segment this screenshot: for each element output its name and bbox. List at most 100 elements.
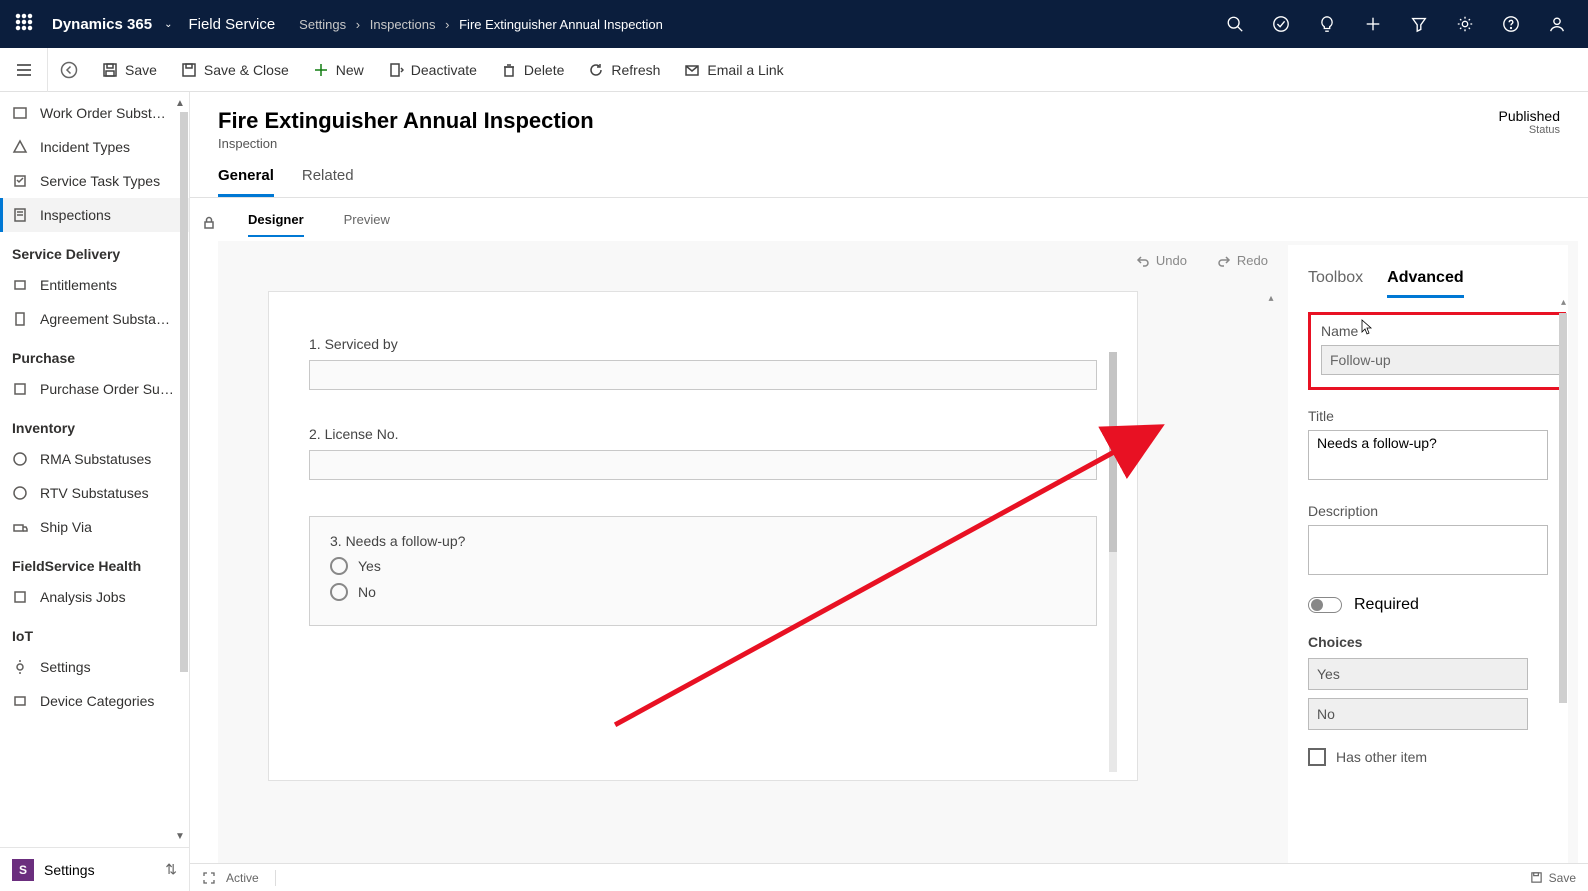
redo-button[interactable]: Redo xyxy=(1217,253,1268,268)
save-close-button[interactable]: Save & Close xyxy=(181,62,289,78)
nav-group-inventory: Inventory xyxy=(0,406,189,442)
nav-item-posub[interactable]: Purchase Order Su… xyxy=(0,372,189,406)
command-row: Save Save & Close New Deactivate Delete … xyxy=(0,48,1588,92)
task-icon[interactable] xyxy=(1258,0,1304,48)
nav-scrollbar[interactable] xyxy=(180,112,188,672)
hasother-label: Has other item xyxy=(1336,749,1427,765)
brand-label[interactable]: Dynamics 365 xyxy=(40,16,164,33)
nav-item-entitlements[interactable]: Entitlements xyxy=(0,268,189,302)
email-link-button[interactable]: Email a Link xyxy=(684,62,783,78)
nav-item-inspections[interactable]: Inspections xyxy=(0,198,189,232)
hamburger-icon[interactable] xyxy=(0,48,48,92)
required-label: Required xyxy=(1354,596,1419,614)
tab-advanced[interactable]: Advanced xyxy=(1387,269,1463,298)
nav-label: Settings xyxy=(40,659,91,675)
global-topbar: Dynamics 365 ⌄ Field Service Settings › … xyxy=(0,0,1588,48)
page-title: Fire Extinguisher Annual Inspection xyxy=(218,108,594,134)
form-canvas[interactable]: 1. Serviced by 2. License No. 3. Needs a… xyxy=(268,291,1138,781)
required-toggle[interactable] xyxy=(1308,597,1342,613)
tab-toolbox[interactable]: Toolbox xyxy=(1308,269,1363,298)
nav-label: Entitlements xyxy=(40,277,117,293)
nav-scroll-up[interactable]: ▲ xyxy=(173,96,187,110)
footer-save-button[interactable]: Save xyxy=(1530,871,1576,885)
tab-related[interactable]: Related xyxy=(302,167,354,197)
crumb-2[interactable]: Inspections xyxy=(370,17,436,32)
module-label[interactable]: Field Service xyxy=(188,16,299,33)
description-label: Description xyxy=(1308,503,1564,519)
breadcrumb: Settings › Inspections › Fire Extinguish… xyxy=(299,17,663,32)
nav-scroll-down[interactable]: ▼ xyxy=(173,829,187,843)
choices-label: Choices xyxy=(1308,634,1564,650)
radio-yes[interactable]: Yes xyxy=(330,557,1076,575)
gear-icon[interactable] xyxy=(1442,0,1488,48)
nav-item-device-cat[interactable]: Device Categories xyxy=(0,684,189,718)
brand-caret-icon[interactable]: ⌄ xyxy=(164,19,188,30)
properties-panel: Toolbox Advanced Name Title Description … xyxy=(1288,245,1568,891)
name-field-highlight: Name xyxy=(1308,312,1566,390)
hasother-checkbox[interactable] xyxy=(1308,748,1326,766)
nav-footer-label: Settings xyxy=(44,862,95,878)
nav-footer-updown-icon[interactable]: ⇅ xyxy=(165,861,177,878)
panel-scroll-up[interactable]: ▴ xyxy=(1561,297,1566,308)
status-label: Status xyxy=(1499,124,1561,136)
user-icon[interactable] xyxy=(1534,0,1580,48)
title-input[interactable] xyxy=(1308,430,1548,480)
expand-icon[interactable] xyxy=(202,871,216,885)
status-bar: Active Save xyxy=(190,863,1588,891)
search-icon[interactable] xyxy=(1212,0,1258,48)
panel-scrollbar[interactable] xyxy=(1559,313,1567,703)
add-icon[interactable] xyxy=(1350,0,1396,48)
question-2-input[interactable] xyxy=(309,450,1097,480)
nav-item-shipvia[interactable]: Ship Via xyxy=(0,510,189,544)
nav-item-agreement[interactable]: Agreement Substa… xyxy=(0,302,189,336)
left-nav: ▲ Work Order Subst… Incident Types Servi… xyxy=(0,92,190,891)
deactivate-button[interactable]: Deactivate xyxy=(388,62,477,78)
nav-item-iot-settings[interactable]: Settings xyxy=(0,650,189,684)
canvas-scroll-up[interactable]: ▴ xyxy=(1266,293,1276,304)
nav-label: Purchase Order Su… xyxy=(40,381,174,397)
nav-item-analysis[interactable]: Analysis Jobs xyxy=(0,580,189,614)
footer-save-label: Save xyxy=(1549,871,1576,885)
crumb-sep: › xyxy=(350,17,366,32)
description-input[interactable] xyxy=(1308,525,1548,575)
footer-status: Active xyxy=(226,871,259,885)
choice-2-input[interactable] xyxy=(1308,698,1528,730)
nav-label: Service Task Types xyxy=(40,173,160,189)
question-3-label: 3. Needs a follow-up? xyxy=(330,533,1076,549)
name-input[interactable] xyxy=(1321,345,1561,375)
question-1-input[interactable] xyxy=(309,360,1097,390)
nav-label: RTV Substatuses xyxy=(40,485,149,501)
crumb-sep: › xyxy=(439,17,455,32)
deactivate-label: Deactivate xyxy=(411,62,477,78)
question-3-selected[interactable]: 3. Needs a follow-up? Yes No xyxy=(309,516,1097,626)
nav-item-wosubst[interactable]: Work Order Subst… xyxy=(0,96,189,130)
filter-icon[interactable] xyxy=(1396,0,1442,48)
crumb-1[interactable]: Settings xyxy=(299,17,346,32)
designer-canvas: Undo Redo ▴ 1. Serviced by 2. License No… xyxy=(218,241,1578,891)
title-label: Title xyxy=(1308,408,1564,424)
nav-area-switcher[interactable]: S Settings ⇅ xyxy=(0,847,189,891)
tab-designer[interactable]: Designer xyxy=(248,208,304,237)
nav-item-incident[interactable]: Incident Types xyxy=(0,130,189,164)
radio-icon xyxy=(330,583,348,601)
help-icon[interactable] xyxy=(1488,0,1534,48)
canvas-scrollbar[interactable] xyxy=(1109,352,1117,772)
choice-1-input[interactable] xyxy=(1308,658,1528,690)
radio-no[interactable]: No xyxy=(330,583,1076,601)
bulb-icon[interactable] xyxy=(1304,0,1350,48)
form-tabs: General Related xyxy=(190,159,1588,198)
main-area: Fire Extinguisher Annual Inspection Insp… xyxy=(190,92,1588,891)
app-launcher-icon[interactable] xyxy=(8,13,40,36)
back-button[interactable] xyxy=(60,61,78,79)
nav-item-servicetask[interactable]: Service Task Types xyxy=(0,164,189,198)
refresh-button[interactable]: Refresh xyxy=(588,62,660,78)
nav-item-rtv[interactable]: RTV Substatuses xyxy=(0,476,189,510)
new-button[interactable]: New xyxy=(313,62,364,78)
undo-button[interactable]: Undo xyxy=(1136,253,1187,268)
save-close-label: Save & Close xyxy=(204,62,289,78)
tab-preview[interactable]: Preview xyxy=(344,208,390,237)
delete-button[interactable]: Delete xyxy=(501,62,564,78)
save-button[interactable]: Save xyxy=(102,62,157,78)
nav-item-rma[interactable]: RMA Substatuses xyxy=(0,442,189,476)
tab-general[interactable]: General xyxy=(218,167,274,197)
